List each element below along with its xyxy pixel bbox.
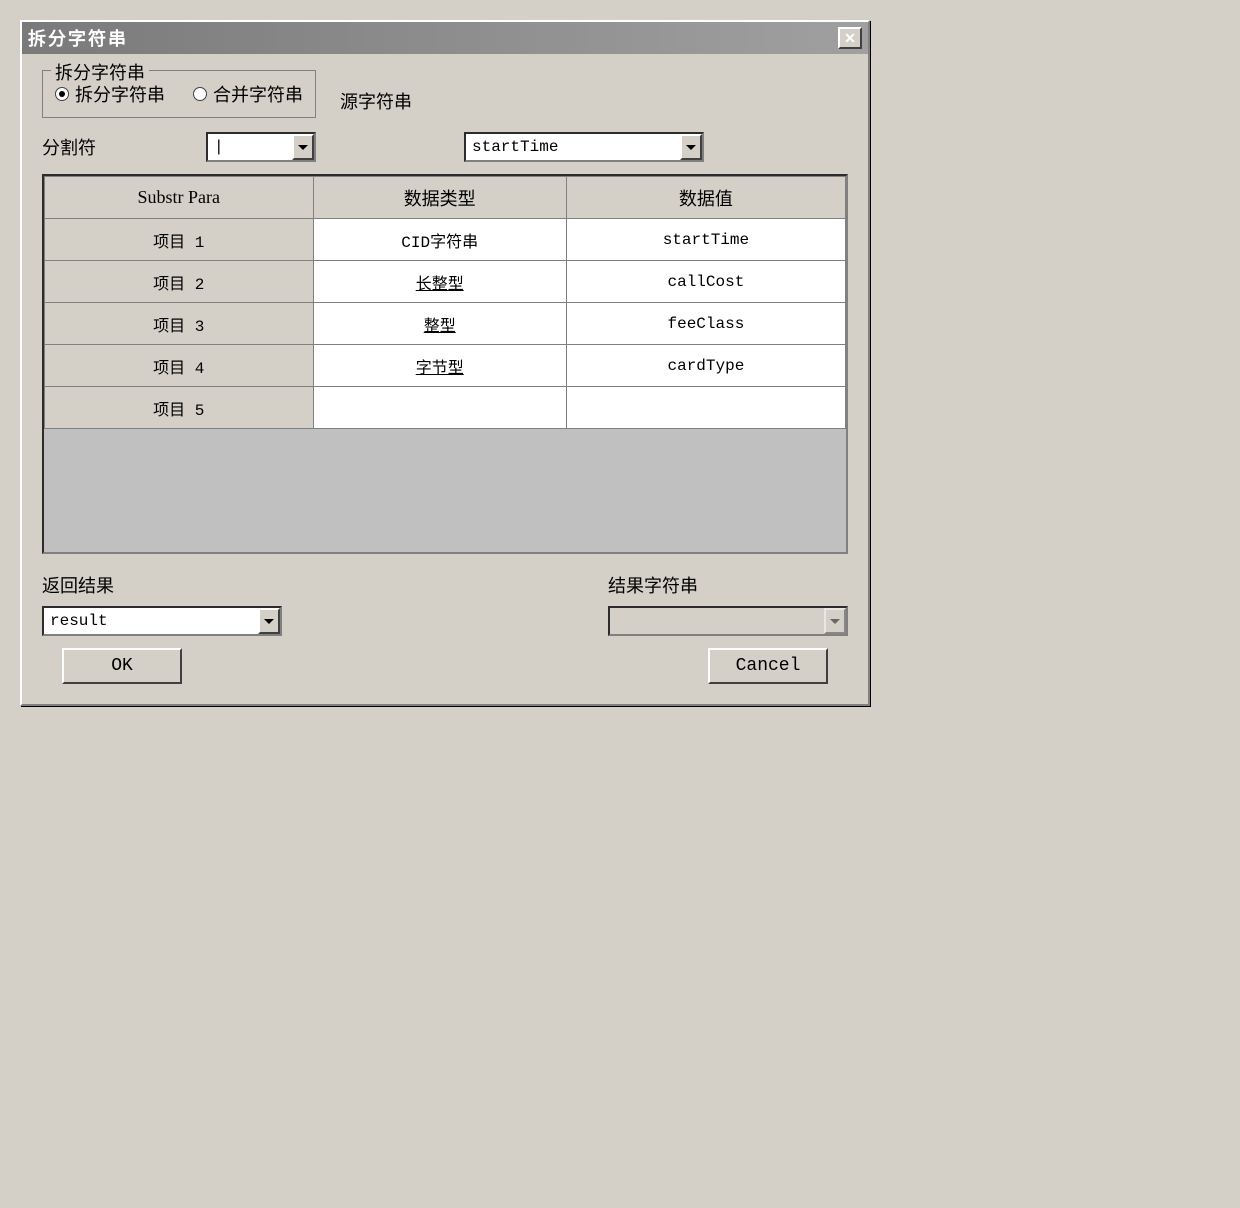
col-data-value: 数据值 [566, 177, 845, 219]
titlebar: 拆分字符串 ✕ [22, 22, 868, 54]
radio-icon [193, 87, 207, 101]
window-title: 拆分字符串 [28, 25, 128, 51]
return-result-value: result [44, 612, 258, 630]
cell-type[interactable]: 字节型 [313, 345, 566, 387]
delimiter-combo[interactable]: | [206, 132, 316, 162]
return-result-combo[interactable]: result [42, 606, 282, 636]
dialog-content: 拆分字符串 拆分字符串 合并字符串 源字符串 分割符 | [22, 54, 868, 704]
cell-type[interactable]: 整型 [313, 303, 566, 345]
radio-merge-label: 合并字符串 [213, 81, 303, 107]
cell-item: 项目 4 [45, 345, 314, 387]
radio-icon [55, 87, 69, 101]
close-icon: ✕ [844, 30, 856, 47]
delimiter-label: 分割符 [42, 134, 192, 160]
split-string-dialog: 拆分字符串 ✕ 拆分字符串 拆分字符串 合并字符串 源字符串 [20, 20, 870, 706]
chevron-down-icon[interactable] [680, 134, 702, 160]
delimiter-value: | [208, 138, 292, 156]
ok-button[interactable]: OK [62, 648, 182, 684]
cell-type[interactable]: 长整型 [313, 261, 566, 303]
col-data-type: 数据类型 [313, 177, 566, 219]
cell-type[interactable]: CID字符串 [313, 219, 566, 261]
table-row[interactable]: 项目 5 [45, 387, 846, 429]
source-string-combo[interactable]: startTime [464, 132, 704, 162]
table-header-row: Substr Para 数据类型 数据值 [45, 177, 846, 219]
cell-value[interactable]: startTime [566, 219, 845, 261]
cell-value[interactable]: feeClass [566, 303, 845, 345]
table-row[interactable]: 项目 1 CID字符串 startTime [45, 219, 846, 261]
result-string-label: 结果字符串 [608, 572, 848, 598]
close-button[interactable]: ✕ [838, 27, 862, 49]
parameters-grid[interactable]: Substr Para 数据类型 数据值 项目 1 CID字符串 startTi… [42, 174, 848, 554]
cell-value[interactable]: cardType [566, 345, 845, 387]
cell-item: 项目 2 [45, 261, 314, 303]
result-string-combo [608, 606, 848, 636]
source-string-value: startTime [466, 138, 680, 156]
table-row[interactable]: 项目 3 整型 feeClass [45, 303, 846, 345]
table-row[interactable]: 项目 2 长整型 callCost [45, 261, 846, 303]
radio-merge[interactable]: 合并字符串 [193, 81, 303, 107]
cell-item: 项目 1 [45, 219, 314, 261]
return-result-label: 返回结果 [42, 572, 282, 598]
cell-item: 项目 5 [45, 387, 314, 429]
chevron-down-icon [824, 608, 846, 634]
chevron-down-icon[interactable] [292, 134, 314, 160]
cell-value[interactable] [566, 387, 845, 429]
cell-item: 项目 3 [45, 303, 314, 345]
cell-type[interactable] [313, 387, 566, 429]
mode-fieldset: 拆分字符串 拆分字符串 合并字符串 [42, 70, 316, 118]
table-row[interactable]: 项目 4 字节型 cardType [45, 345, 846, 387]
cell-value[interactable]: callCost [566, 261, 845, 303]
chevron-down-icon[interactable] [258, 608, 280, 634]
col-substr-para: Substr Para [45, 177, 314, 219]
source-string-label: 源字符串 [340, 70, 412, 114]
mode-legend: 拆分字符串 [51, 59, 149, 85]
cancel-button[interactable]: Cancel [708, 648, 828, 684]
